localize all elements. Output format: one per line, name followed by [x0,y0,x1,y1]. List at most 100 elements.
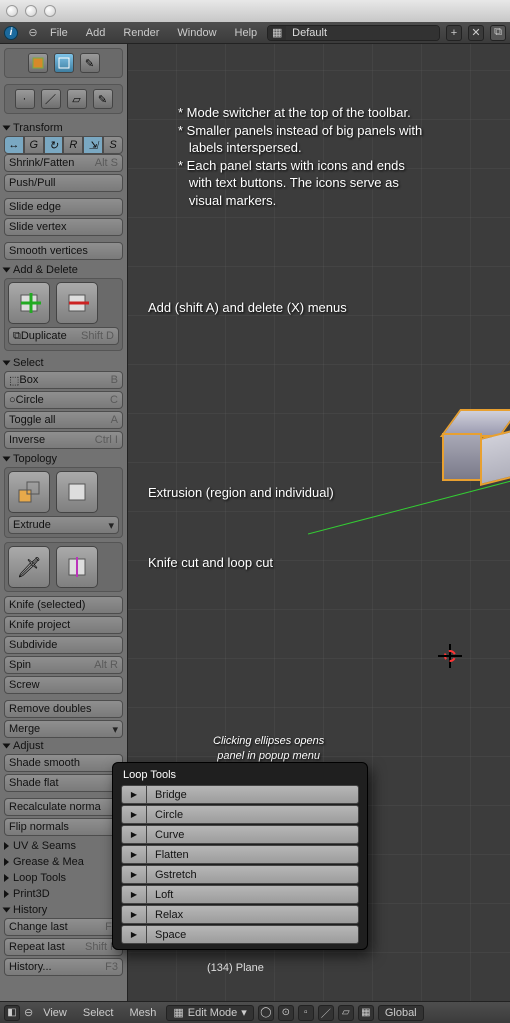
popup-title: Loop Tools [113,763,367,785]
panel-header-adjust[interactable]: Adjust [4,738,123,754]
shade-flat-button[interactable]: Shade flat [4,774,123,792]
panel-header-print3d[interactable]: Print3D [4,886,123,902]
face-mode-icon[interactable]: ▱ [338,1005,354,1021]
panel-header-add-delete[interactable]: Add & Delete [4,262,123,278]
knife-box: 🗡 [4,542,123,592]
window-zoom-icon[interactable] [44,5,56,17]
loop-tools-popup: Loop Tools ▶Bridge ▶Circle ▶Curve ▶Flatt… [112,762,368,950]
scene-name: Default [286,26,439,40]
vertex-select-icon[interactable]: · [15,89,35,109]
menu-render[interactable]: Render [115,25,167,41]
select-inverse-button[interactable]: InverseCtrl I [4,431,123,449]
menu-view[interactable]: View [37,1006,73,1020]
back-to-previous-button[interactable]: ⧉ [490,25,506,41]
knife-project-button[interactable]: Knife project [4,616,123,634]
duplicate-button[interactable]: ⧉ DuplicateShift D [8,327,119,345]
select-mode-row[interactable]: · ／ ▱ ✎ [4,84,123,114]
panel-header-select[interactable]: Select [4,355,123,371]
mode-switcher[interactable]: ✎ [4,48,123,78]
blender-info-icon[interactable]: i [4,26,18,40]
editor-type-icon[interactable]: ◧ [4,1005,20,1021]
popup-item-curve[interactable]: ▶Curve [121,825,359,844]
scale-label[interactable]: S [103,136,123,154]
recalc-normals-button[interactable]: Recalculate norma [4,798,123,816]
vert-mode-icon[interactable]: ▫ [298,1005,314,1021]
popup-item-relax[interactable]: ▶Relax [121,905,359,924]
popup-item-bridge[interactable]: ▶Bridge [121,785,359,804]
popup-item-loft[interactable]: ▶Loft [121,885,359,904]
merge-dropdown[interactable]: Merge▾ [4,720,123,738]
edge-select-icon[interactable]: ／ [41,89,61,109]
scene-delete-button[interactable]: ✕ [468,25,484,41]
window-close-icon[interactable] [6,5,18,17]
play-icon: ▶ [121,825,147,844]
add-cube-button[interactable] [8,282,50,324]
rotate-label[interactable]: R [63,136,83,154]
face-select-icon[interactable]: ▱ [67,89,87,109]
panel-header-grease[interactable]: Grease & Mea .. [4,854,123,870]
delete-cube-button[interactable] [56,282,98,324]
panel-header-uv[interactable]: UV & Seams .. [4,838,123,854]
history-button[interactable]: History...F3 [4,958,123,976]
flip-normals-button[interactable]: Flip normals [4,818,123,836]
grab-icon[interactable]: ↔ [4,136,24,154]
loopcut-button[interactable] [56,546,98,588]
panel-header-loop-tools[interactable]: Loop Tools .. [4,870,123,886]
menu-mesh[interactable]: Mesh [123,1006,162,1020]
extrude-individual-button[interactable] [56,471,98,513]
mode-edit-icon[interactable] [54,53,74,73]
shade-smooth-button[interactable]: Shade smooth [4,754,123,772]
spin-button[interactable]: SpinAlt R [4,656,123,674]
3d-cursor-icon [438,644,462,668]
edge-mode-icon[interactable]: ／ [318,1005,334,1021]
panel-title: Select [13,357,44,369]
window-minimize-icon[interactable] [25,5,37,17]
panel-header-history[interactable]: History [4,902,123,918]
push-pull-button[interactable]: Push/Pull [4,174,123,192]
scene-add-button[interactable]: + [446,25,462,41]
smooth-vertices-button[interactable]: Smooth vertices [4,242,123,260]
select-toggle-all-button[interactable]: Toggle allA [4,411,123,429]
popup-item-circle[interactable]: ▶Circle [121,805,359,824]
subdivide-button[interactable]: Subdivide [4,636,123,654]
shrink-fatten-button[interactable]: Shrink/FattenAlt S [4,154,123,172]
select-box-button[interactable]: ⬚ BoxB [4,371,123,389]
panel-header-transform[interactable]: Transform [4,120,123,136]
scene-selector[interactable]: ▦ Default [267,25,440,41]
collapse-icon[interactable]: ⊖ [26,26,40,39]
mode-sculpt-icon[interactable]: ✎ [80,53,100,73]
mode-object-icon[interactable] [28,53,48,73]
pivot-icon[interactable]: ⊙ [278,1005,294,1021]
grab-label[interactable]: G [24,136,44,154]
rotate-icon[interactable]: ↻ [44,136,64,154]
annotation-1: * Mode switcher at the top of the toolba… [178,104,422,209]
extrude-dropdown[interactable]: Extrude▾ [8,516,119,534]
change-last-button[interactable]: Change lastF6 [4,918,123,936]
extrude-region-button[interactable] [8,471,50,513]
popup-item-flatten[interactable]: ▶Flatten [121,845,359,864]
scale-icon[interactable]: ⇲ [83,136,103,154]
slide-edge-button[interactable]: Slide edge [4,198,123,216]
limit-selection-icon[interactable]: ▦ [358,1005,374,1021]
mode-dropdown[interactable]: ▦ Edit Mode ▾ [166,1005,253,1021]
menu-help[interactable]: Help [227,25,266,41]
knife-button[interactable]: 🗡 [8,546,50,588]
knife-selected-button[interactable]: Knife (selected) [4,596,123,614]
popup-item-space[interactable]: ▶Space [121,925,359,944]
orientation-dropdown[interactable]: Global [378,1005,424,1021]
repeat-last-button[interactable]: Repeat lastShift R [4,938,123,956]
select-extra-icon[interactable]: ✎ [93,89,113,109]
menu-file[interactable]: File [42,25,76,41]
slide-vertex-button[interactable]: Slide vertex [4,218,123,236]
popup-item-gstretch[interactable]: ▶Gstretch [121,865,359,884]
menu-window[interactable]: Window [169,25,224,41]
transform-segment[interactable]: ↔ G ↻ R ⇲ S [4,136,123,154]
viewport-header: ◧ ⊖ View Select Mesh ▦ Edit Mode ▾ ◯ ⊙ ▫… [0,1001,510,1023]
screw-button[interactable]: Screw [4,676,123,694]
menu-select-bottom[interactable]: Select [77,1006,120,1020]
shading-icon[interactable]: ◯ [258,1005,274,1021]
select-circle-button[interactable]: ○ CircleC [4,391,123,409]
panel-header-topology[interactable]: Topology [4,451,123,467]
menu-add[interactable]: Add [78,25,114,41]
remove-doubles-button[interactable]: Remove doubles [4,700,123,718]
